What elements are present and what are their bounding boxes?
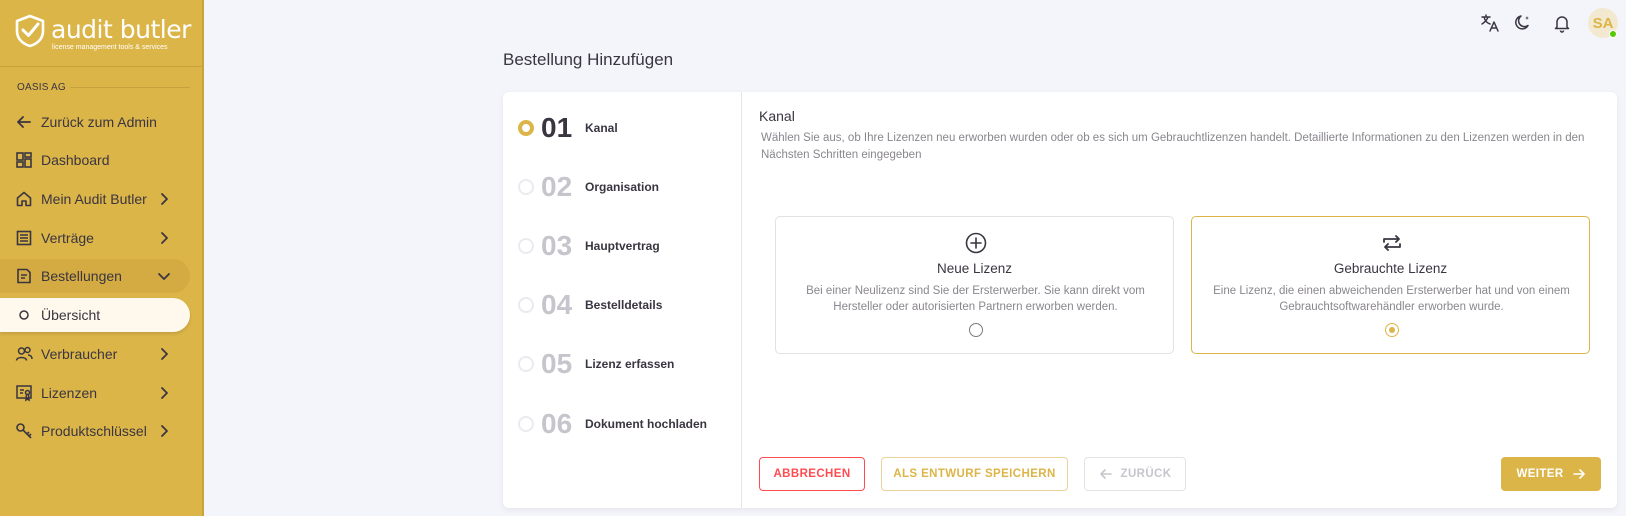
chevron-right-icon — [161, 193, 168, 205]
chevron-right-icon — [161, 425, 168, 437]
cancel-button[interactable]: ABBRECHEN — [759, 457, 865, 491]
arrow-left-icon — [14, 112, 34, 132]
step-label: Kanal — [585, 121, 618, 135]
orders-icon — [14, 266, 34, 286]
nav-mein-audit-butler[interactable]: Mein Audit Butler — [0, 182, 190, 216]
brand-logo[interactable]: audit butler license management tools & … — [14, 14, 194, 54]
divider — [0, 66, 204, 67]
nav-bestellungen[interactable]: Bestellungen — [0, 259, 190, 293]
option-title: Neue Lizenz — [936, 261, 1013, 276]
step-hauptvertrag[interactable]: 03 Hauptvertrag — [518, 228, 660, 264]
nav-label: Verbraucher — [41, 346, 118, 362]
nav-lizenzen[interactable]: Lizenzen — [0, 376, 190, 410]
nav-vertraege[interactable]: Verträge — [0, 221, 190, 255]
step-label: Hauptvertrag — [585, 239, 660, 253]
sidebar: audit butler license management tools & … — [0, 0, 204, 516]
step-number: 03 — [541, 230, 573, 261]
nav-uebersicht[interactable]: Übersicht — [0, 298, 190, 332]
dashboard-icon — [14, 150, 34, 170]
page-title: Bestellung Hinzufügen — [503, 50, 674, 69]
option-description: Bei einer Neulizenz sind Sie der Ersterw… — [806, 285, 1145, 313]
nav-label: Mein Audit Butler — [41, 191, 147, 207]
brand-name: audit butler — [51, 15, 191, 44]
step-dokument-hochladen[interactable]: 06 Dokument hochladen — [518, 406, 707, 442]
step-indicator — [518, 297, 534, 313]
nav-back-to-admin[interactable]: Zurück zum Admin — [0, 105, 190, 139]
step-indicator — [518, 356, 534, 372]
home-icon — [14, 189, 34, 209]
contracts-icon — [14, 228, 34, 248]
nav-produktschluessel[interactable]: Produktschlüssel — [0, 414, 190, 448]
step-indicator — [518, 179, 534, 195]
step-kanal[interactable]: 01 Kanal — [518, 110, 618, 146]
back-button[interactable]: ZURÜCK — [1084, 457, 1186, 491]
nav-label: Produktschlüssel — [41, 423, 147, 439]
step-number: 04 — [541, 289, 573, 320]
nav-dashboard[interactable]: Dashboard — [0, 143, 190, 177]
step-bestelldetails[interactable]: 04 Bestelldetails — [518, 287, 662, 323]
arrow-left-icon — [1099, 469, 1112, 479]
next-button[interactable]: WEITER — [1501, 457, 1601, 491]
chevron-right-icon — [161, 348, 168, 360]
step-label: Lizenz erfassen — [585, 357, 675, 371]
option-neue-lizenz[interactable]: Neue Lizenz Bei einer Neulizenz sind Sie… — [775, 216, 1174, 354]
nav-label: Verträge — [41, 230, 94, 246]
step-number: 05 — [541, 348, 573, 379]
nav-label: Dashboard — [41, 152, 110, 168]
option-title: Gebrauchte Lizenz — [1333, 261, 1448, 276]
option-gebrauchte-lizenz[interactable]: Gebrauchte Lizenz Eine Lizenz, die einen… — [1191, 216, 1590, 354]
nav-verbraucher[interactable]: Verbraucher — [0, 337, 190, 371]
circle-outline-icon — [14, 305, 34, 325]
step-number: 06 — [541, 408, 573, 439]
radio-gebrauchte-lizenz[interactable] — [1385, 323, 1399, 337]
org-label: OASIS AG — [17, 82, 66, 93]
radio-neue-lizenz[interactable] — [969, 323, 983, 337]
moon-icon[interactable] — [1508, 8, 1538, 38]
option-description: Eine Lizenz, die einen abweichenden Erst… — [1213, 285, 1570, 313]
step-indicator — [518, 120, 534, 136]
step-label: Bestelldetails — [585, 298, 663, 312]
step-indicator — [518, 416, 534, 432]
wizard-card: 01 Kanal 02 Organisation 03 Hauptvertrag… — [503, 92, 1617, 508]
save-draft-button[interactable]: ALS ENTWURF SPEICHERN — [881, 457, 1068, 491]
key-icon — [14, 421, 34, 441]
users-icon — [14, 344, 34, 364]
section-description: Wählen Sie aus, ob Ihre Lizenzen neu erw… — [761, 132, 1585, 161]
step-label: Dokument hochladen — [585, 417, 708, 431]
repeat-icon — [1383, 235, 1401, 251]
arrow-right-icon — [1572, 469, 1585, 479]
chevron-down-icon — [158, 273, 170, 280]
step-organisation[interactable]: 02 Organisation — [518, 169, 659, 205]
step-indicator — [518, 238, 534, 254]
bell-icon[interactable] — [1547, 8, 1577, 38]
nav-label: Zurück zum Admin — [41, 114, 157, 130]
nav-label: Übersicht — [41, 307, 101, 323]
shield-check-icon — [15, 14, 45, 48]
step-number: 01 — [541, 112, 573, 143]
plus-circle-icon — [965, 232, 987, 254]
step-label: Organisation — [585, 180, 660, 194]
chevron-right-icon — [161, 232, 168, 244]
chevron-right-icon — [161, 387, 168, 399]
stepper: 01 Kanal 02 Organisation 03 Hauptvertrag… — [503, 92, 742, 508]
nav-label: Bestellungen — [41, 268, 122, 284]
license-icon — [14, 383, 34, 403]
next-label: WEITER — [1516, 468, 1564, 480]
step-lizenz-erfassen[interactable]: 05 Lizenz erfassen — [518, 346, 674, 382]
back-label: ZURÜCK — [1120, 468, 1172, 480]
section-title: Kanal — [759, 108, 795, 124]
online-status-dot — [1609, 30, 1617, 38]
step-number: 02 — [541, 171, 573, 202]
brand-tagline: license management tools & services — [52, 44, 168, 51]
divider — [70, 87, 190, 88]
nav-label: Lizenzen — [41, 385, 98, 401]
translate-icon[interactable] — [1475, 8, 1505, 38]
